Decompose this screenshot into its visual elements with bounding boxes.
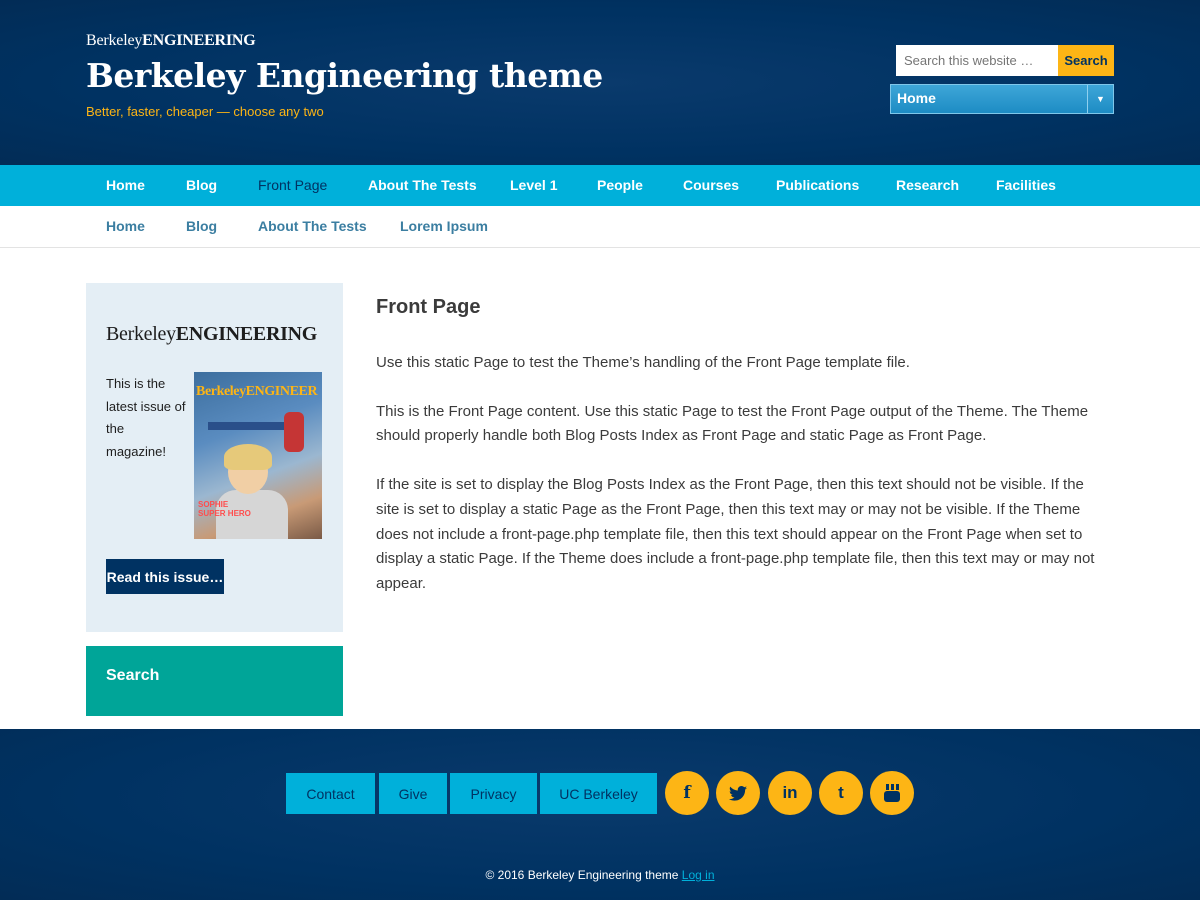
cover-caption-line-1: SOPHIE <box>198 500 229 509</box>
footer-link-privacy[interactable]: Privacy <box>450 773 537 814</box>
brand-logo-regular: Berkeley <box>86 32 143 49</box>
twitter-bird-shape <box>729 785 747 801</box>
content-paragraph: This is the Front Page content. Use this… <box>376 402 1089 445</box>
cover-robot-hand <box>284 412 304 452</box>
primary-nav-courses[interactable]: Courses <box>683 165 739 206</box>
primary-nav-about-the-tests[interactable]: About The Tests <box>368 165 477 206</box>
magazine-description: This is the latest issue of the magazine… <box>106 376 186 459</box>
header-search-form: Search <box>896 45 1114 76</box>
cover-caption: SOPHIE SUPER HERO <box>198 500 251 518</box>
linkedin-icon[interactable]: in <box>768 771 812 815</box>
facebook-glyph: f <box>683 783 691 803</box>
cover-caption-line-2: SUPER HERO <box>198 509 251 518</box>
magazine-cover-image[interactable]: BerkeleyENGINEER SOPHIE SUPER HERO <box>194 372 322 539</box>
twitter-icon[interactable] <box>716 771 760 815</box>
linkedin-glyph: in <box>782 783 798 802</box>
tumblr-glyph: t <box>838 783 844 802</box>
search-button[interactable]: Search <box>1058 45 1114 76</box>
cover-masthead: BerkeleyENGINEER <box>196 384 318 400</box>
mobile-nav-select[interactable]: Home ▼ <box>890 84 1114 114</box>
youtube-logo-shape <box>884 784 900 802</box>
main-content: Front Page Use this static Page to test … <box>376 296 1096 621</box>
primary-nav-people[interactable]: People <box>597 165 643 206</box>
search-input[interactable] <box>896 45 1058 76</box>
primary-nav-facilities[interactable]: Facilities <box>996 165 1056 206</box>
primary-nav: Home Blog Front Page About The Tests Lev… <box>0 165 1200 206</box>
brand-logo[interactable]: BerkeleyENGINEERING <box>86 32 256 50</box>
footer-link-uc-berkeley[interactable]: UC Berkeley <box>540 773 657 814</box>
primary-nav-level-1[interactable]: Level 1 <box>510 165 557 206</box>
primary-nav-front-page[interactable]: Front Page <box>258 165 327 206</box>
search-widget-title: Search <box>106 667 160 684</box>
nav-select-value: Home <box>897 90 936 106</box>
site-header: BerkeleyENGINEERING Berkeley Engineering… <box>0 0 1200 165</box>
primary-nav-research[interactable]: Research <box>896 165 959 206</box>
cover-masthead-regular: Berkeley <box>196 384 246 399</box>
search-widget: Search <box>86 646 343 716</box>
footer-link-contact[interactable]: Contact <box>286 773 375 814</box>
content-paragraph: If the site is set to display the Blog P… <box>376 476 1095 592</box>
secondary-nav-about-the-tests[interactable]: About The Tests <box>258 206 367 247</box>
facebook-icon[interactable]: f <box>665 771 709 815</box>
chevron-down-icon: ▼ <box>1087 85 1113 113</box>
youtube-icon[interactable] <box>870 771 914 815</box>
secondary-nav: Home Blog About The Tests Lorem Ipsum <box>0 206 1200 248</box>
tumblr-icon[interactable]: t <box>819 771 863 815</box>
secondary-nav-lorem-ipsum[interactable]: Lorem Ipsum <box>400 206 488 247</box>
magazine-logo-regular: Berkeley <box>106 323 176 345</box>
magazine-logo-bold: ENGINEERING <box>175 323 317 345</box>
site-title[interactable]: Berkeley Engineering theme <box>86 56 603 95</box>
primary-nav-publications[interactable]: Publications <box>776 165 859 206</box>
cover-child-hair <box>224 444 272 470</box>
read-issue-button[interactable]: Read this issue… <box>106 559 224 594</box>
magazine-widget-logo: BerkeleyENGINEERING <box>106 323 317 346</box>
site-tagline: Better, faster, cheaper — choose any two <box>86 104 324 119</box>
footer-link-give[interactable]: Give <box>379 773 447 814</box>
primary-nav-home[interactable]: Home <box>106 165 145 206</box>
copyright-label: © 2016 Berkeley Engineering theme <box>485 868 679 882</box>
content-paragraph: Use this static Page to test the Theme’s… <box>376 354 910 371</box>
secondary-nav-blog[interactable]: Blog <box>186 206 217 247</box>
secondary-nav-home[interactable]: Home <box>106 206 145 247</box>
page-title: Front Page <box>376 296 481 318</box>
cover-masthead-bold: ENGINEER <box>245 384 318 399</box>
login-link[interactable]: Log in <box>682 868 715 882</box>
brand-logo-bold: ENGINEERING <box>142 32 256 49</box>
primary-nav-blog[interactable]: Blog <box>186 165 217 206</box>
copyright-text: © 2016 Berkeley Engineering theme Log in <box>0 868 1200 882</box>
